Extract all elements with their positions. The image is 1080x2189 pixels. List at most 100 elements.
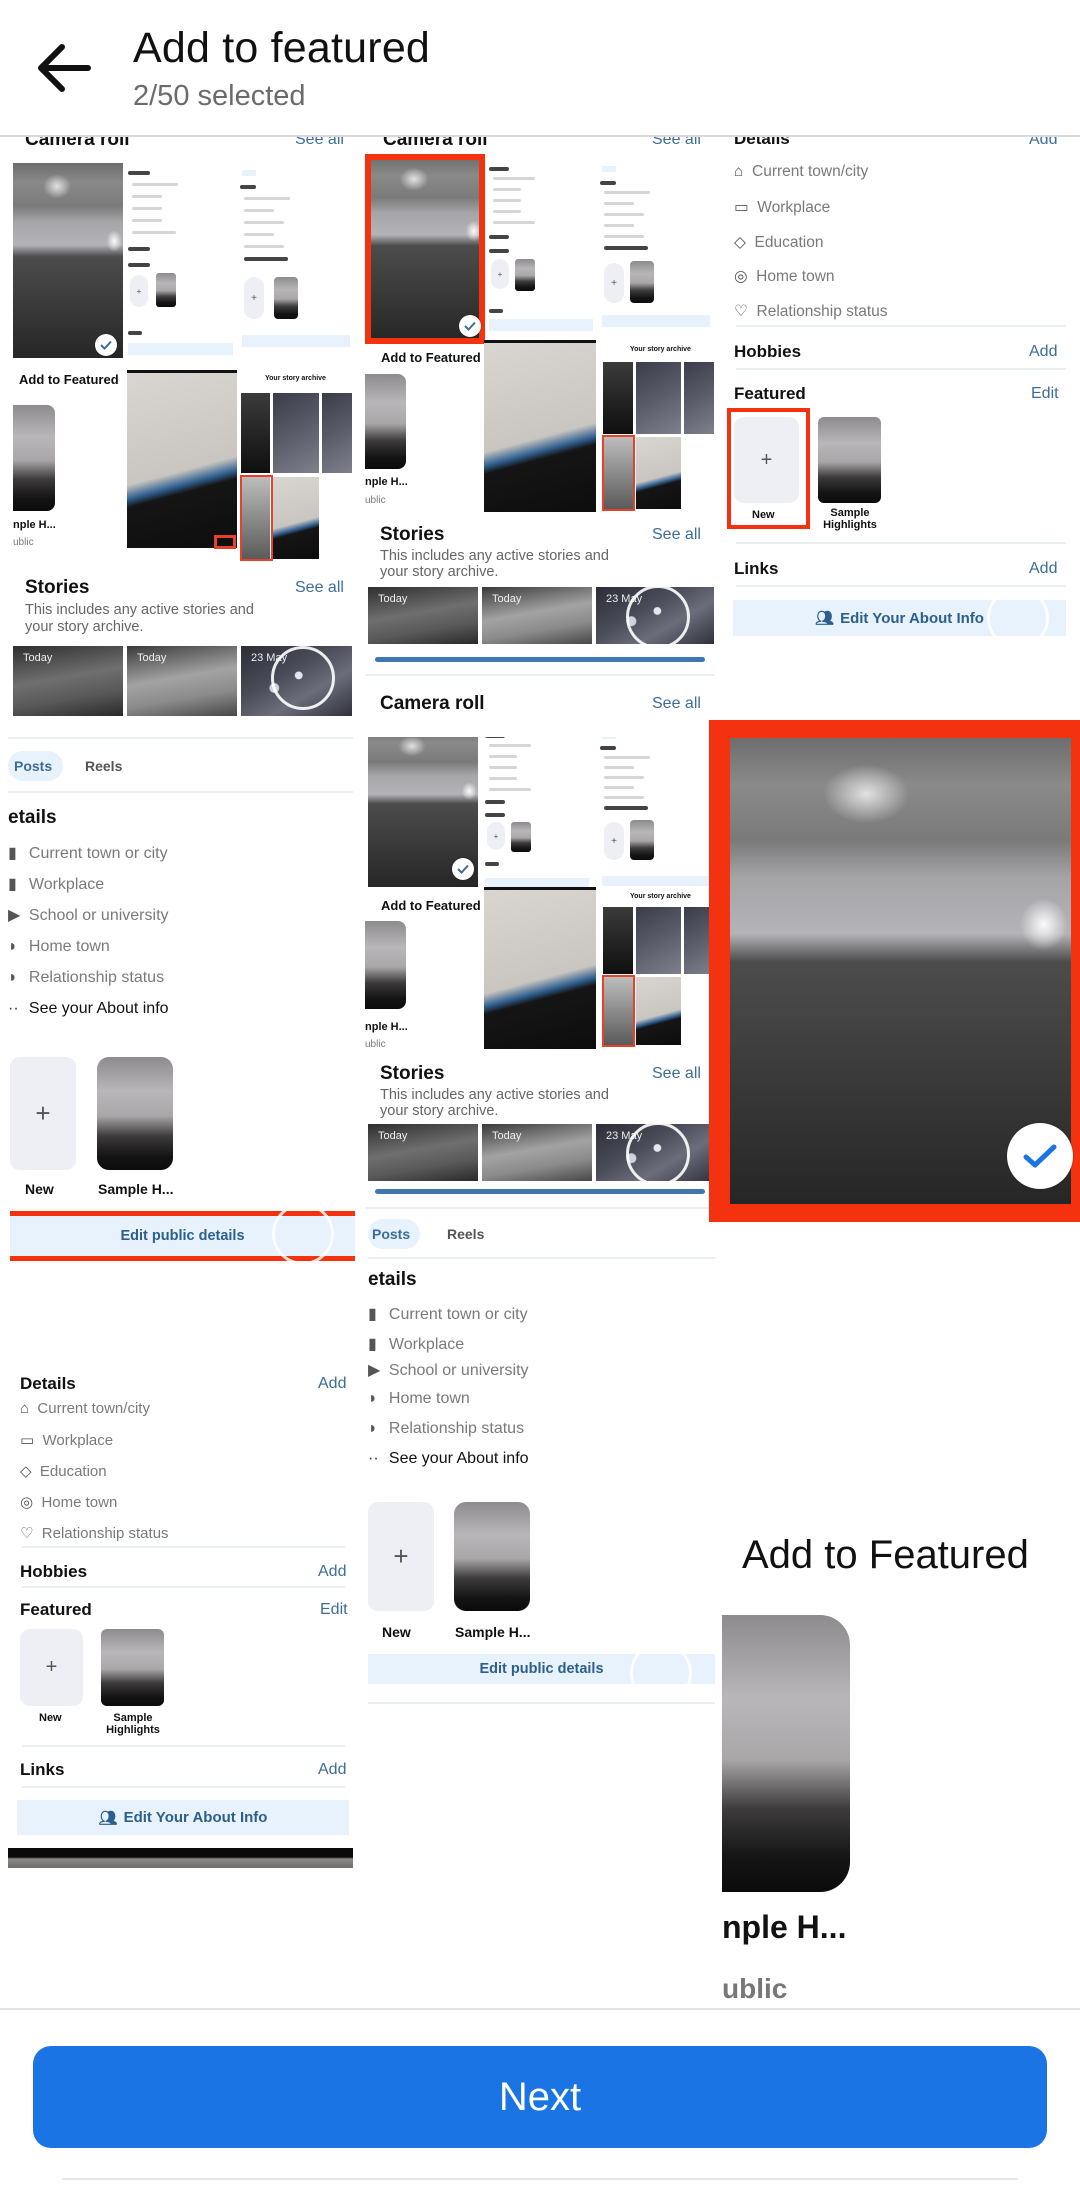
- tab-label: Posts: [14, 758, 53, 774]
- edit-about-info-button[interactable]: 👥︎ Edit Your About Info: [17, 1800, 349, 1835]
- story-preview: [484, 340, 596, 512]
- highlight-name: nple H...: [365, 1021, 408, 1033]
- mini-posts-panel: +: [600, 737, 715, 892]
- mini-about-panel: +: [128, 167, 238, 357]
- checkmark-icon: [452, 858, 474, 880]
- story-preview: [484, 887, 596, 1049]
- story-date: Today: [492, 1130, 522, 1142]
- new-label: New: [25, 1181, 54, 1197]
- detail-item: Relationship status: [28, 969, 165, 986]
- nav-gesture-line: [62, 2178, 1018, 2180]
- tab-posts[interactable]: Posts: [8, 751, 63, 781]
- links-add-link: Add: [1029, 560, 1058, 577]
- highlight-name: nple H...: [365, 476, 408, 488]
- highlight-label: Sample H...: [98, 1181, 174, 1197]
- more-icon: ··: [368, 1450, 379, 1467]
- media-tile[interactable]: Details Add ⌂ Current town/city ▭ Workpl…: [0, 1340, 357, 2008]
- detail-item: School or university: [28, 907, 169, 924]
- highlight-thumbnail: [722, 1615, 850, 1892]
- button-label: Edit Your About Info: [123, 1809, 268, 1826]
- media-tile[interactable]: + + Add to Featured nple H... ublic Your…: [365, 737, 715, 1357]
- more-icon: ··: [8, 1000, 19, 1017]
- briefcase-icon: ▮: [8, 876, 17, 893]
- media-tile[interactable]: Add to Featured nple H... ublic: [722, 1227, 1080, 2008]
- camera-roll-title: Camera roll: [25, 137, 130, 150]
- new-highlight-card[interactable]: +: [10, 1057, 76, 1170]
- links-add-link: Add: [318, 1761, 347, 1778]
- new-label: New: [752, 509, 775, 521]
- see-all-link: See all: [652, 137, 701, 148]
- school-icon: ▶: [8, 907, 21, 924]
- detail-item: Workplace: [388, 1336, 465, 1353]
- detail-item: Relationship status: [756, 303, 888, 320]
- stories-description: This includes any active stories and you…: [380, 1087, 609, 1119]
- tab-posts[interactable]: Posts: [368, 1219, 420, 1249]
- relationship-icon: ♡: [20, 1525, 34, 1542]
- detail-item: Workplace: [28, 876, 105, 893]
- graduation-cap-icon: ◇: [20, 1463, 32, 1480]
- arrow-left-icon: [38, 44, 91, 92]
- city-icon: ▮: [368, 1306, 377, 1323]
- story-date: Today: [492, 593, 522, 605]
- tab-reels[interactable]: Reels: [85, 758, 122, 774]
- detail-item: Education: [39, 1463, 107, 1480]
- camera-roll-title: Camera roll: [383, 137, 488, 150]
- detail-item: See your About info: [28, 1000, 169, 1017]
- media-tile[interactable]: Camera roll See all + + Add to Featured …: [0, 137, 357, 720]
- details-add-link: Add: [1029, 137, 1058, 148]
- checkmark-icon: [459, 315, 481, 337]
- story-date: Today: [378, 593, 408, 605]
- detail-item: School or university: [388, 1362, 529, 1379]
- detail-item: Current town/city: [37, 1400, 150, 1417]
- detail-item: Home town: [28, 938, 110, 955]
- highlight-thumbnail: [818, 417, 881, 503]
- privacy-label: ublic: [13, 537, 34, 548]
- tab-reels[interactable]: Reels: [447, 1226, 484, 1242]
- highlight-thumbnail[interactable]: [454, 1502, 530, 1611]
- highlight-label: Sample H...: [455, 1624, 531, 1640]
- next-button[interactable]: Next: [33, 2046, 1047, 2148]
- house-icon: ⌂: [20, 1400, 30, 1417]
- selection-count: 2/50 selected: [133, 80, 306, 112]
- see-all-link: See all: [295, 137, 344, 148]
- briefcase-icon: ▭: [20, 1432, 35, 1449]
- stories-description: This includes any active stories and you…: [25, 602, 254, 635]
- privacy-label: ublic: [722, 1973, 788, 2004]
- home-town-icon: ◗: [8, 938, 18, 955]
- detail-item: Relationship status: [41, 1525, 169, 1542]
- details-heading: etails: [8, 807, 57, 828]
- stories-see-all: See all: [652, 1065, 701, 1082]
- mini-posts-panel: +: [600, 163, 715, 333]
- media-tile[interactable]: Details Add ⌂ Current town/city ▭ Workpl…: [722, 137, 1080, 720]
- back-button[interactable]: [28, 36, 100, 100]
- featured-title: Featured: [734, 384, 806, 403]
- add-to-featured-label: Add to Featured: [742, 1533, 1029, 1577]
- add-to-featured-label: Add to Featured: [381, 898, 481, 913]
- story-archive-label: Your story archive: [630, 893, 691, 900]
- new-highlight-card[interactable]: +: [368, 1502, 434, 1611]
- stories-description: This includes any active stories and you…: [380, 548, 609, 580]
- briefcase-icon: ▮: [368, 1336, 377, 1353]
- media-tile[interactable]: Camera roll See all + + Add to Featured …: [365, 137, 715, 737]
- heart-icon: ◗: [8, 969, 18, 986]
- detail-item: Relationship status: [388, 1420, 525, 1437]
- highlight-thumbnail: [365, 374, 406, 469]
- featured-title: Featured: [20, 1600, 92, 1619]
- top-app-bar: Add to featured 2/50 selected: [0, 0, 1080, 137]
- checkmark-icon[interactable]: [1007, 1123, 1073, 1189]
- detail-item: See your About info: [388, 1450, 529, 1467]
- add-to-featured-label: Add to Featured: [19, 372, 119, 387]
- graduation-cap-icon: ◇: [734, 234, 746, 251]
- story-preview: [127, 370, 237, 548]
- photo-thumbnail: [13, 163, 123, 358]
- hobbies-add-link: Add: [318, 1563, 347, 1580]
- links-title: Links: [20, 1760, 65, 1779]
- highlight-thumbnail[interactable]: [97, 1057, 173, 1170]
- links-title: Links: [734, 559, 779, 578]
- bottom-action-bar: Next: [0, 2008, 1080, 2189]
- stories-title: Stories: [380, 1063, 445, 1084]
- detail-item: Current town/city: [752, 163, 869, 180]
- stories-see-all: See all: [652, 526, 701, 543]
- media-tile[interactable]: ▶ School or university ◗ Home town ◗ Rel…: [365, 1357, 715, 2008]
- media-tile[interactable]: Posts Reels etails ▮ Current town or cit…: [0, 725, 357, 1340]
